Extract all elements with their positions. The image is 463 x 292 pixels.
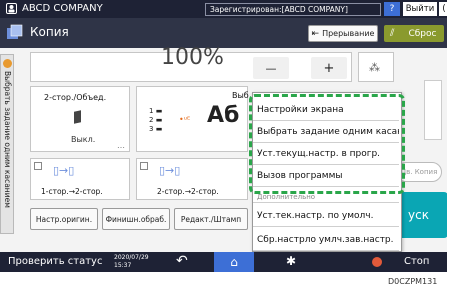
- stack-num-3: 3: [149, 125, 154, 133]
- zoom-value: 100%: [161, 45, 224, 70]
- mode-1to2-icon: ▯→▯: [53, 164, 75, 177]
- top-bar: ABCD COMPANY Зарегистрирован:[ABCD COMPA…: [0, 0, 447, 18]
- menu-item-reset-default-label: Сбр.настрло умлч.зав.настр.: [257, 234, 394, 245]
- font-preview: Аб: [207, 103, 240, 128]
- stack-num-2: 2: [149, 116, 154, 124]
- zoom-plus-button[interactable]: +: [311, 57, 347, 79]
- extra-button[interactable]: (: [439, 2, 447, 16]
- zoom-minus-button[interactable]: —: [253, 57, 289, 79]
- color-copy-label: Цв. Копия: [400, 168, 438, 176]
- reset-label: Сброс: [408, 28, 437, 39]
- tab-edit-stamp[interactable]: Редакт./Штамп: [174, 208, 248, 230]
- more-dots: …: [117, 141, 125, 150]
- company-name: ABCD COMPANY: [22, 3, 103, 14]
- mode-2to2-icon: ▯→▯: [159, 164, 181, 177]
- title-bar: Копия ⇤ Прерывание ⫽ Сброс: [0, 18, 447, 48]
- stack-num-1: 1: [149, 107, 154, 115]
- stack-icon: 1 ▬ 2 ▬ 3 ▬: [149, 107, 163, 133]
- cut-label: Выб: [232, 91, 249, 100]
- side-tab-label: Выбрать задание одним касанием: [3, 71, 12, 208]
- figure-caption: D0CZPM131: [388, 277, 438, 286]
- mode-2to2-label: 2-стор.→2-стор.: [157, 187, 219, 196]
- user-icon: [6, 3, 17, 14]
- zoom-panel[interactable]: 100% — +: [30, 45, 352, 82]
- reset-button[interactable]: ⫽ Сброс: [384, 25, 444, 42]
- copy-app-icon: [6, 24, 24, 44]
- interrupt-label: Прерывание: [322, 29, 375, 38]
- interrupt-button[interactable]: ⇤ Прерывание: [308, 25, 378, 42]
- stop-indicator-icon: [372, 257, 382, 267]
- status-date: 2020/07/29: [114, 254, 149, 261]
- tab-finishing[interactable]: Финишн.обраб.: [102, 208, 170, 230]
- menu-item-set-default-label: Уст.тек.настр. по умолч.: [257, 210, 374, 221]
- copier-screen: ABCD COMPANY Зарегистрирован:[ABCD COMPA…: [0, 0, 447, 272]
- help-button[interactable]: ?: [384, 2, 400, 16]
- duplex-combine-label: 2-стор./Объед.: [44, 93, 107, 102]
- menu-item-set-default[interactable]: Уст.тек.настр. по умолч.: [253, 205, 399, 227]
- status-time: 15:37: [114, 262, 132, 269]
- document-thumbnail: [424, 80, 442, 140]
- orientation-panel[interactable]: 1 ▬ 2 ▬ 3 ▬ •ᵘᴱ Аб Выб: [136, 86, 249, 152]
- check-status-button[interactable]: Проверить статус: [8, 256, 102, 267]
- settings-icon[interactable]: ✱: [286, 254, 296, 268]
- highlight-frame: [249, 94, 405, 194]
- tab-original-settings[interactable]: Настр.оригин.: [30, 208, 98, 230]
- duplex-combine-button[interactable]: 2-стор./Объед. Выкл. …: [30, 86, 130, 152]
- staple-icon: •ᵘᴱ: [179, 115, 191, 124]
- start-button[interactable]: уск: [396, 192, 447, 238]
- login-status[interactable]: Зарегистрирован:[ABCD COMPANY]: [205, 3, 381, 16]
- mode-1to2-label: 1-стор.→2-стор.: [41, 187, 103, 196]
- tray-icon: ⁂: [369, 61, 380, 74]
- reset-icon: ⫽: [390, 28, 395, 39]
- logout-button[interactable]: Выйти: [403, 2, 437, 16]
- start-label: уск: [408, 208, 429, 222]
- side-tab[interactable]: Выбрать задание одним касанием: [0, 54, 14, 234]
- tab-bar: Настр.оригин. Финишн.обраб. Редакт./Штам…: [30, 208, 248, 230]
- mode-2to2-checkbox[interactable]: [140, 162, 148, 170]
- home-button[interactable]: ⌂: [214, 252, 254, 272]
- mode-1to2-checkbox[interactable]: [34, 162, 42, 170]
- duplex-icon: [74, 110, 81, 124]
- menu-item-reset-default[interactable]: Сбр.настрло умлч.зав.настр.: [253, 229, 399, 251]
- status-bar: Проверить статус 2020/07/29 15:37 ↶ ⌂ ✱ …: [0, 252, 447, 272]
- page-title: Копия: [30, 25, 69, 39]
- mode-2to2-button[interactable]: ▯→▯ 2-стор.→2-стор.: [136, 158, 248, 200]
- stop-button[interactable]: Стоп: [404, 256, 429, 267]
- paper-tray-panel[interactable]: ⁂: [358, 52, 394, 82]
- back-icon[interactable]: ↶: [176, 253, 188, 269]
- duplex-combine-state: Выкл.: [71, 135, 96, 144]
- mode-1to2-button[interactable]: ▯→▯ 1-стор.→2-стор.: [30, 158, 130, 200]
- interrupt-icon: ⇤: [311, 28, 320, 39]
- side-tab-icon: [3, 59, 12, 68]
